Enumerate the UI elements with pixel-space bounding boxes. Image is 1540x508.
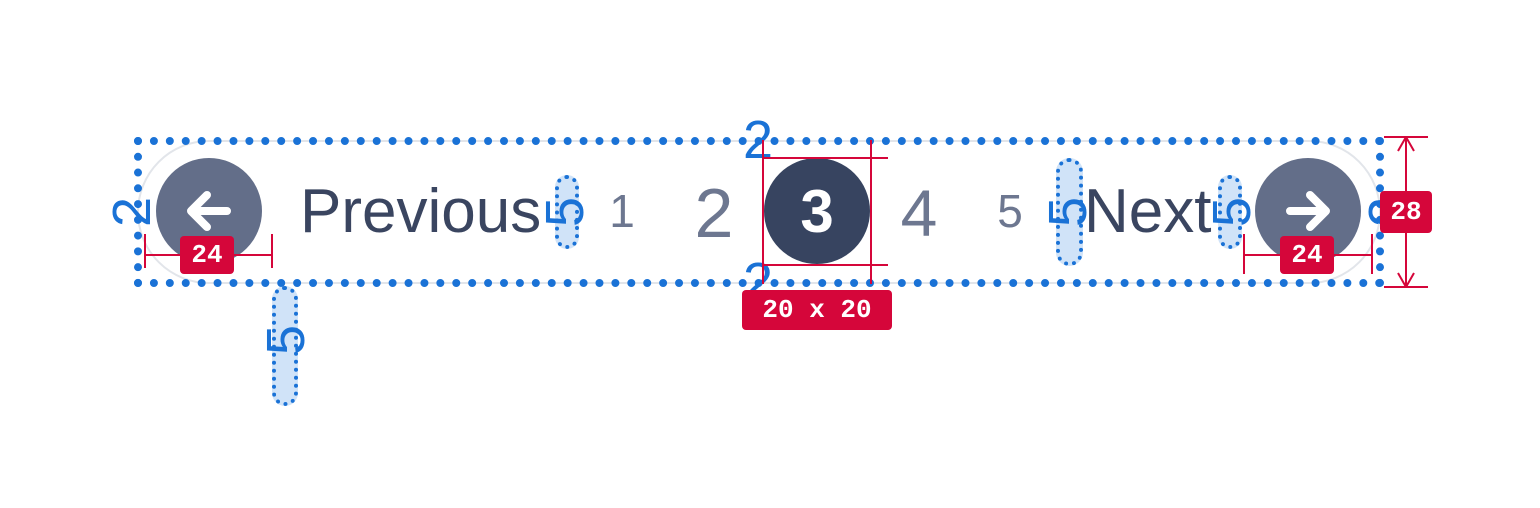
label-gap-below: 5 xyxy=(256,324,316,356)
badge-current-size: 20 x 20 xyxy=(742,290,892,330)
dim-tick xyxy=(144,234,146,268)
label-gap-pages-next: 5 xyxy=(1038,196,1098,228)
dim-current-box xyxy=(762,140,872,284)
badge-total-height: 28 xyxy=(1380,191,1432,233)
badge-icon-width-right: 24 xyxy=(1280,236,1334,274)
dim-tick xyxy=(870,250,872,280)
label-gap-prev-pages: 5 xyxy=(535,196,595,228)
dim-tick xyxy=(870,143,872,173)
dim-tick xyxy=(271,234,273,268)
badge-icon-width-left: 24 xyxy=(180,236,234,274)
label-gap-next-icon: 5 xyxy=(1202,196,1262,228)
label-border-left: 2 xyxy=(102,196,162,228)
